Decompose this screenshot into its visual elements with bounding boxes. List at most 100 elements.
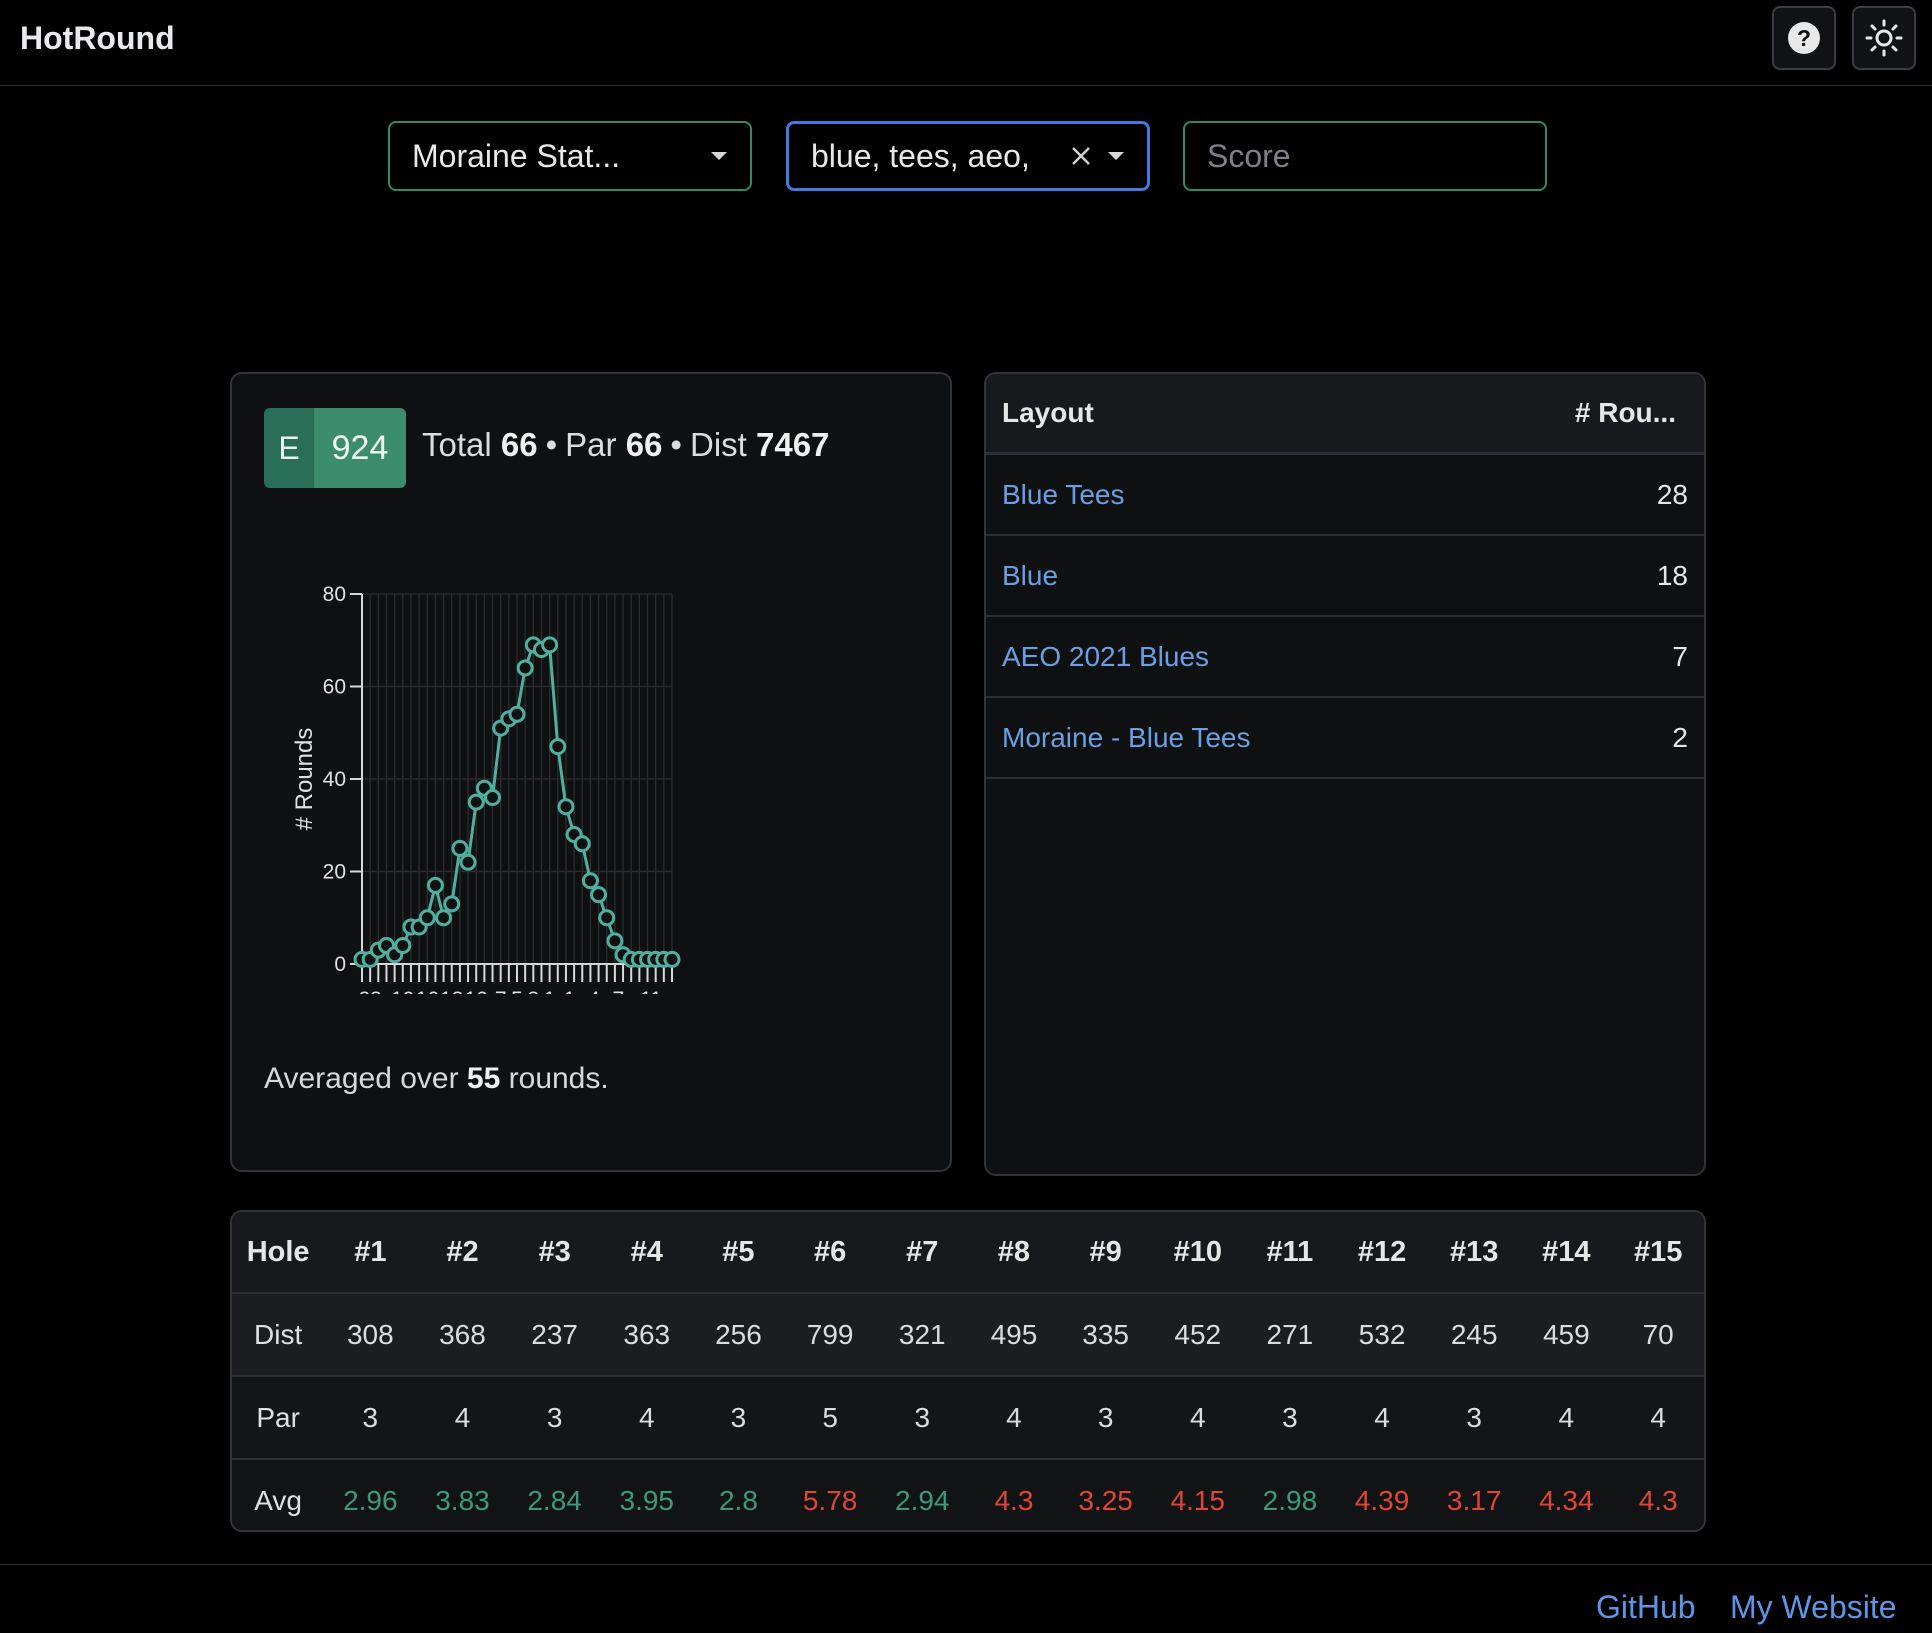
hole-average: 4.3	[1612, 1458, 1704, 1530]
averaged-prefix: Averaged over	[264, 1062, 459, 1095]
averaged-rounds: 55	[466, 1062, 501, 1095]
x-tick-label: -1	[557, 988, 576, 994]
x-tick-label: 5	[511, 988, 523, 994]
round-summary: Total 66 • Par 66 • Dist 7467	[422, 426, 830, 463]
hole-number-header: #3	[508, 1212, 601, 1293]
data-point	[573, 835, 591, 853]
score-distribution-chart: 02040608023191613107531-1-4-7-11Score# R…	[291, 574, 872, 1050]
data-point	[459, 853, 477, 871]
hole-par: 4	[416, 1375, 509, 1459]
hole-number-header: #15	[1612, 1212, 1704, 1293]
holes-table-card[interactable]: Hole #1 #2 #3 #4 #5 #6 #7 #8 #9 #10 #11 #12 #13 #14 #1…	[230, 1210, 1706, 1532]
x-tick-label: 16	[416, 988, 439, 994]
hole-par: 3	[876, 1375, 969, 1459]
layout-rounds: 2	[1459, 697, 1704, 779]
table-row: Moraine - Blue Tees 2	[986, 697, 1704, 779]
hole-distance: 271	[1243, 1292, 1336, 1376]
rating-value: 924	[314, 408, 406, 488]
close-icon[interactable]	[1071, 146, 1091, 166]
hole-number-header: #8	[968, 1212, 1060, 1293]
hole-par: 4	[600, 1375, 693, 1459]
sun-icon	[1865, 19, 1903, 57]
hole-average: 4.3	[968, 1458, 1060, 1530]
x-tick-label: 19	[391, 988, 414, 994]
footer: GitHub My Website	[0, 1564, 1932, 1633]
dist-row-label: Dist	[232, 1292, 325, 1376]
data-point	[590, 886, 608, 904]
hole-average: 5.78	[784, 1458, 877, 1530]
layout-link[interactable]: Blue Tees	[986, 453, 1460, 536]
dist-label: Dist	[689, 426, 747, 463]
hole-number-header: #6	[784, 1212, 877, 1293]
help-button[interactable]: ?	[1772, 6, 1836, 70]
question-circle-icon: ?	[1788, 22, 1820, 54]
hole-distance: 256	[692, 1292, 785, 1376]
col-layout-header[interactable]: Layout	[986, 374, 1460, 455]
par-row-label: Par	[232, 1375, 325, 1459]
hole-number-header: #4	[600, 1212, 693, 1293]
hole-par: 4	[968, 1375, 1060, 1459]
layout-select[interactable]: blue, tees, aeo,	[786, 121, 1150, 191]
layout-link[interactable]: Moraine - Blue Tees	[986, 697, 1460, 779]
data-point	[541, 636, 559, 654]
data-point	[581, 872, 599, 890]
theme-toggle-button[interactable]	[1852, 6, 1916, 70]
par-label: Par	[565, 426, 617, 463]
chevron-down-icon[interactable]	[710, 151, 728, 161]
averaged-suffix: rounds.	[508, 1062, 609, 1095]
x-tick-label: 1	[544, 988, 556, 994]
stats-card: E 924 Total 66 • Par 66 • Dist 7467 0 20 40 60 8…	[230, 372, 952, 1172]
layout-link[interactable]: AEO 2021 Blues	[986, 616, 1460, 698]
svg-text:?: ?	[1797, 25, 1811, 51]
course-select-value: Moraine Stat...	[412, 137, 621, 174]
hole-par: 3	[1243, 1375, 1336, 1459]
data-point	[606, 932, 624, 950]
hole-distance: 363	[600, 1292, 693, 1376]
hole-average: 2.96	[324, 1458, 417, 1530]
hole-number-header: #14	[1520, 1212, 1613, 1293]
col-rounds-header[interactable]: # Rou...	[1459, 374, 1704, 455]
hole-number-header: #1	[324, 1212, 417, 1293]
data-point	[435, 909, 453, 927]
app-title[interactable]: HotRound	[20, 20, 175, 57]
top-bar: HotRound ?	[0, 0, 1932, 86]
layout-rounds: 7	[1459, 616, 1704, 698]
data-point	[394, 937, 412, 954]
hole-number-header: #13	[1428, 1212, 1521, 1293]
data-point	[508, 705, 526, 723]
par-value: 66	[625, 426, 663, 463]
github-link[interactable]: GitHub	[1596, 1589, 1696, 1626]
table-row: Blue Tees 28	[986, 453, 1704, 536]
rating-badge: E 924	[264, 408, 406, 488]
data-point	[443, 895, 461, 913]
data-point	[484, 789, 502, 806]
data-point	[426, 876, 444, 894]
hole-distance: 70	[1612, 1292, 1704, 1376]
data-point	[418, 909, 436, 927]
table-row: AEO 2021 Blues 7	[986, 616, 1704, 698]
score-input-placeholder: Score	[1207, 137, 1291, 174]
hole-average: 2.94	[876, 1458, 969, 1530]
layout-link[interactable]: Blue	[986, 535, 1460, 617]
hole-distance: 368	[416, 1292, 509, 1376]
hole-distance: 799	[784, 1292, 877, 1376]
total-value: 66	[500, 426, 538, 463]
chevron-down-icon[interactable]	[1107, 151, 1125, 161]
hole-par: 4	[1335, 1375, 1429, 1459]
total-label: Total	[422, 426, 492, 463]
course-select[interactable]: Moraine Stat...	[388, 121, 752, 191]
hole-par: 3	[1428, 1375, 1521, 1459]
hole-number-header: #9	[1059, 1212, 1152, 1293]
hole-distance: 237	[508, 1292, 601, 1376]
data-point	[467, 793, 485, 811]
data-point	[557, 798, 575, 816]
score-input[interactable]: Score	[1183, 121, 1547, 191]
hole-distance: 335	[1059, 1292, 1152, 1376]
x-tick-label: 7	[495, 988, 507, 994]
hole-par: 4	[1520, 1375, 1613, 1459]
hole-distance: 495	[968, 1292, 1060, 1376]
hole-number-header: #10	[1151, 1212, 1244, 1293]
website-link[interactable]: My Website	[1730, 1589, 1897, 1626]
y-tick-label: 80	[323, 583, 346, 606]
rating-letter: E	[264, 408, 314, 488]
